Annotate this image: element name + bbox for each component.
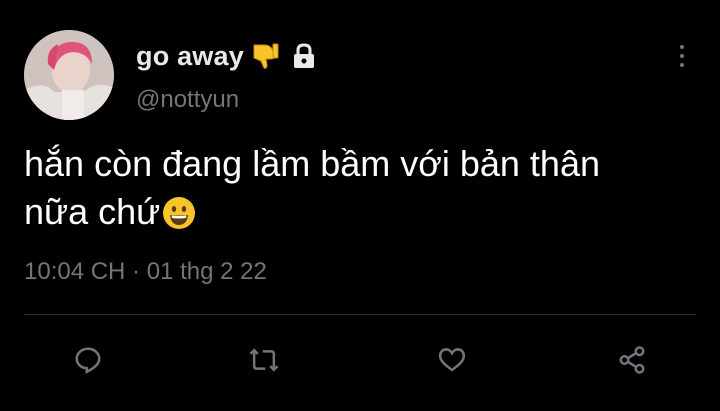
display-name-row: go away xyxy=(136,36,316,76)
tweet-text: hắn còn đang lầm bầm với bản thân nữa ch… xyxy=(24,140,684,242)
avatar[interactable] xyxy=(24,30,114,120)
thumbs-down-emoji-icon xyxy=(250,41,280,71)
tweet-text-line-2-wrapper: nữa chứ xyxy=(24,188,684,242)
divider xyxy=(24,314,696,315)
tweet-text-line-2: nữa chứ xyxy=(24,191,161,232)
action-bar xyxy=(0,330,720,386)
handle[interactable]: @nottyun xyxy=(136,86,239,114)
avatar-image xyxy=(24,30,114,120)
grinning-face-emoji-icon xyxy=(162,194,196,242)
share-icon[interactable] xyxy=(612,340,652,380)
like-icon[interactable] xyxy=(432,340,472,380)
lock-icon xyxy=(292,43,316,69)
display-name[interactable]: go away xyxy=(136,41,244,72)
reply-icon[interactable] xyxy=(68,340,108,380)
tweet-text-line-1: hắn còn đang lầm bầm với bản thân xyxy=(24,143,600,184)
retweet-icon[interactable] xyxy=(244,340,284,380)
timestamp[interactable]: 10:04 CH · 01 thg 2 22 xyxy=(24,258,267,286)
more-options-icon[interactable] xyxy=(670,40,694,72)
